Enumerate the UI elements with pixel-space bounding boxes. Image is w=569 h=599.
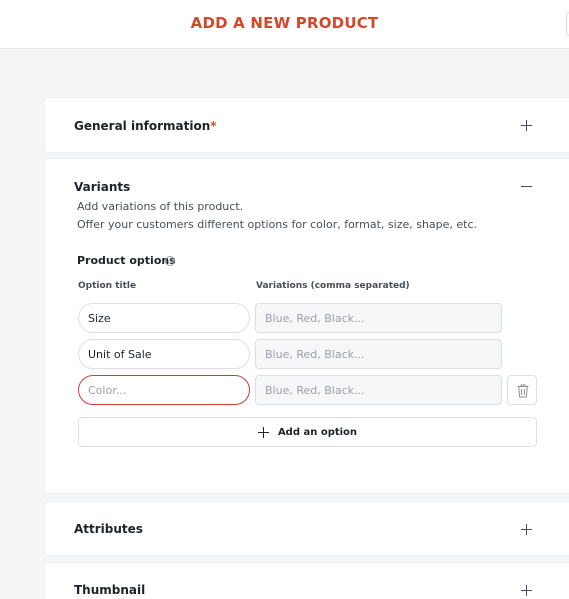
variants-description-line2: Offer your customers different options f… xyxy=(77,218,478,231)
info-icon[interactable]: i xyxy=(165,256,175,266)
attributes-title[interactable]: Attributes xyxy=(74,522,143,536)
general-information-title[interactable]: General information* xyxy=(74,119,217,133)
thumbnail-title[interactable]: Thumbnail xyxy=(74,583,145,597)
attributes-section: Attributes xyxy=(44,501,569,556)
thumbnail-section: Thumbnail xyxy=(44,562,569,599)
expand-plus-icon[interactable] xyxy=(521,524,533,536)
required-mark: * xyxy=(210,119,217,133)
variations-input[interactable] xyxy=(255,339,502,369)
page-title: ADD A NEW PRODUCT xyxy=(190,14,379,32)
general-information-section: General information* xyxy=(44,97,569,153)
option-title-input-invalid[interactable] xyxy=(78,375,250,405)
add-option-button[interactable]: Add an option xyxy=(78,417,537,447)
variations-input[interactable] xyxy=(255,303,502,333)
option-title-column-label: Option title xyxy=(78,281,137,291)
product-options-label: Product options xyxy=(77,254,176,267)
variants-title[interactable]: Variants xyxy=(74,180,130,194)
variants-section: Variants Add variations of this product.… xyxy=(44,158,569,494)
trash-icon xyxy=(517,384,529,398)
option-title-input[interactable] xyxy=(78,339,250,369)
variations-input[interactable] xyxy=(255,375,502,405)
expand-plus-icon[interactable] xyxy=(521,120,533,132)
variations-column-label: Variations (comma separated) xyxy=(256,281,410,291)
collapse-minus-icon[interactable] xyxy=(521,181,533,193)
top-bar: ADD A NEW PRODUCT xyxy=(0,0,569,49)
variants-description-line1: Add variations of this product. xyxy=(77,200,244,213)
add-option-label: Add an option xyxy=(277,426,358,438)
option-title-input[interactable] xyxy=(78,303,250,333)
plus-icon xyxy=(257,426,269,438)
expand-plus-icon[interactable] xyxy=(521,585,533,597)
delete-option-button[interactable] xyxy=(507,375,537,405)
